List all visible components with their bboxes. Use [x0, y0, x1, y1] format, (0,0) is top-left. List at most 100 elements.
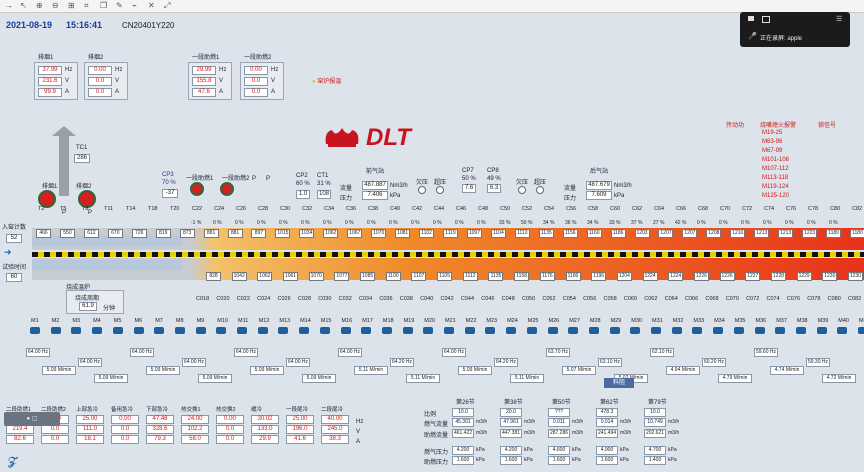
- top-pct: 0 %: [257, 220, 266, 226]
- motor-label: M12: [258, 318, 270, 324]
- layout-icon[interactable]: [762, 16, 770, 23]
- section-value: 45.301: [452, 418, 474, 427]
- zone-label-bottom: C070: [725, 296, 739, 302]
- top-pct: 0 %: [411, 220, 420, 226]
- crop-icon[interactable]: ⌗: [84, 1, 89, 11]
- zoom-in-icon[interactable]: ⊕: [36, 1, 43, 10]
- motor-icon[interactable]: [858, 327, 864, 334]
- drive-row: 64.00 Hz 5.09 M/min 64.00 Hz 5.09 M/min 64.0…: [0, 346, 864, 386]
- zone-label-bottom: C082: [848, 296, 862, 302]
- motor-icon[interactable]: [92, 327, 103, 334]
- motor-label: M11: [238, 318, 249, 324]
- pen-icon[interactable]: ✎: [116, 1, 123, 10]
- motor-icon[interactable]: [257, 327, 268, 334]
- motor-icon[interactable]: [630, 327, 641, 334]
- motor-icon[interactable]: [71, 327, 82, 334]
- motor-icon[interactable]: [588, 327, 599, 334]
- fan-a-unit: A: [65, 89, 70, 95]
- motor-icon[interactable]: [174, 327, 185, 334]
- motor-icon[interactable]: [216, 327, 227, 334]
- top-pct: 0 %: [807, 220, 816, 226]
- motor-icon[interactable]: [651, 327, 661, 334]
- motor-icon[interactable]: [340, 327, 351, 334]
- paperclip-icon[interactable]: ⌁: [132, 1, 137, 10]
- motor-icon[interactable]: [112, 327, 123, 334]
- motor-icon[interactable]: [195, 327, 206, 334]
- motor-icon[interactable]: [423, 327, 434, 334]
- burner-fan2-icon[interactable]: [220, 182, 234, 196]
- over-pressure-label-1: 超压: [434, 180, 447, 186]
- motor-icon[interactable]: [568, 327, 579, 334]
- bottom-unit: A: [356, 439, 361, 445]
- zone-label-bottom: C048: [501, 296, 515, 302]
- burner-fan1-icon[interactable]: [190, 182, 204, 196]
- section-unit: m3/h: [620, 419, 632, 425]
- motor-icon[interactable]: [775, 327, 786, 334]
- top-pct: 0 %: [741, 220, 750, 226]
- section-unit: kPa: [572, 457, 581, 463]
- motor-icon[interactable]: [50, 327, 61, 334]
- motor-icon[interactable]: [754, 327, 765, 334]
- drive-hz: 64.00 Hz: [442, 348, 466, 357]
- drive-hz: 64.20 Hz: [494, 358, 518, 367]
- motor-icon[interactable]: [30, 327, 40, 334]
- motor-icon[interactable]: [299, 327, 310, 334]
- motor-icon[interactable]: [526, 327, 537, 334]
- menu-icon[interactable]: ☰: [836, 15, 842, 23]
- bottom-unit: Hz: [356, 419, 364, 425]
- motor-icon[interactable]: [381, 327, 392, 334]
- motor-icon[interactable]: [154, 327, 165, 334]
- motor-icon[interactable]: [361, 327, 372, 334]
- zoom-fit-icon[interactable]: ⊞: [68, 1, 75, 10]
- more-button[interactable]: 料阻: [604, 378, 634, 388]
- section-value: 10.0: [644, 408, 666, 417]
- motor-icon[interactable]: [319, 327, 330, 334]
- top-pct: 0 %: [345, 220, 354, 226]
- motor-icon[interactable]: [278, 327, 289, 334]
- motor-icon[interactable]: [733, 327, 744, 334]
- motor-icon[interactable]: [671, 327, 682, 334]
- fan-hz-unit: Hz: [271, 67, 279, 73]
- bottom-fan-title: 热交换1: [181, 407, 201, 413]
- motor-label: M9: [196, 318, 205, 324]
- motor-icon[interactable]: [692, 327, 703, 334]
- cursor-icon[interactable]: ↖: [20, 1, 27, 10]
- motor-icon[interactable]: [713, 327, 724, 334]
- motor-icon[interactable]: [837, 327, 848, 334]
- motor-icon[interactable]: [547, 327, 558, 334]
- section-row-label: 助燃压力: [424, 460, 449, 466]
- flameout-item: M63-96: [762, 139, 783, 145]
- drive-speed: 4.74 M/min: [770, 366, 804, 375]
- drive-hz: 64.00 Hz: [182, 358, 206, 367]
- motor-icon[interactable]: [444, 327, 454, 334]
- window-icon[interactable]: [748, 16, 754, 21]
- motor-icon[interactable]: [795, 327, 806, 334]
- zoom-out-icon[interactable]: ⊖: [52, 1, 59, 10]
- motor-icon[interactable]: [402, 327, 413, 334]
- motor-icon[interactable]: [609, 327, 620, 334]
- copy-icon[interactable]: ❐: [100, 1, 107, 10]
- flameout-alarm-title: 烧嘴熄火报警: [760, 123, 797, 129]
- top-temp: 1097: [466, 229, 482, 238]
- expand-icon[interactable]: ⤢: [164, 1, 170, 11]
- zone-label-bottom: C040: [420, 296, 434, 302]
- motor-icon[interactable]: [237, 327, 247, 334]
- close-x-icon[interactable]: ✕: [148, 1, 155, 10]
- top-temp: 670: [107, 229, 123, 238]
- fan-hz-unit: Hz: [219, 67, 227, 73]
- bottom-fan-value: 41.6: [286, 435, 314, 444]
- drive-hz: 62.10 Hz: [650, 348, 674, 357]
- motor-icon[interactable]: [133, 327, 144, 334]
- back-arrow-icon[interactable]: →: [5, 1, 13, 10]
- zone-label-top: T5: [60, 206, 67, 212]
- motor-icon[interactable]: [464, 327, 475, 334]
- motor-icon[interactable]: [506, 327, 517, 334]
- motor-icon[interactable]: [485, 327, 496, 334]
- motor-icon[interactable]: [816, 327, 827, 334]
- over-pressure-indicator-2: [536, 186, 544, 194]
- zone-label-bottom: C036: [379, 296, 393, 302]
- motor-label: M25: [527, 318, 539, 324]
- top-pct: 34 %: [587, 220, 599, 226]
- bottom-temp: 1204: [616, 272, 632, 281]
- section-value: 478.3: [596, 408, 618, 417]
